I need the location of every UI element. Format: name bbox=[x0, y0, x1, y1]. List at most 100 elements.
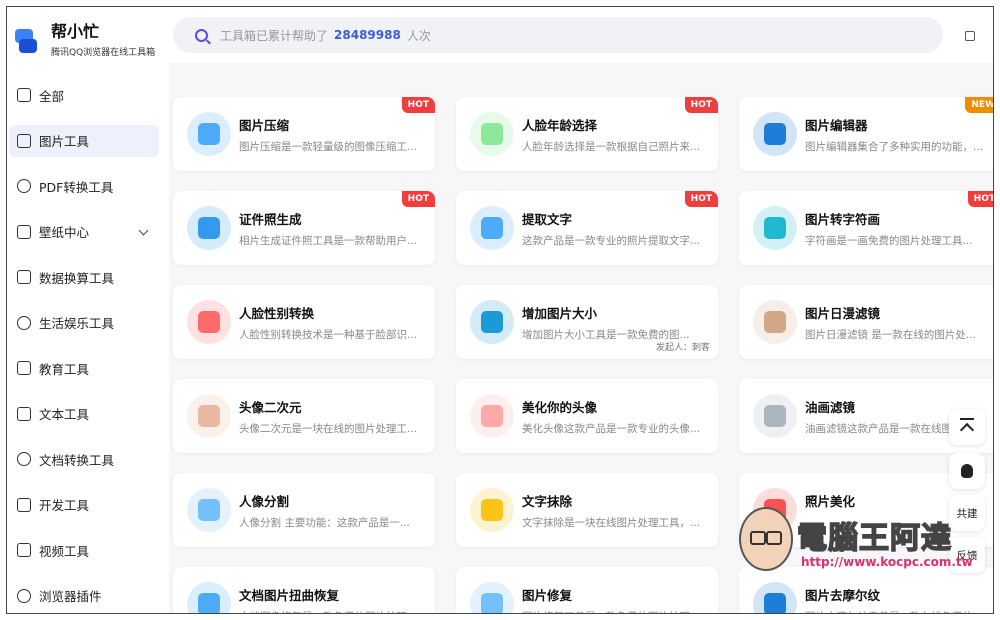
life-icon bbox=[17, 315, 31, 330]
chart-icon bbox=[17, 270, 31, 284]
card-title: 图片转字符画 bbox=[805, 212, 881, 227]
anime-filter-icon bbox=[753, 300, 797, 344]
card-description: 头像二次元是一块在线的图片处理工... bbox=[239, 423, 418, 435]
sidebar-item-7[interactable]: 文本工具 bbox=[9, 398, 159, 430]
sidebar-item-label: 文本工具 bbox=[39, 407, 90, 422]
watermark-mascot-icon bbox=[739, 507, 793, 571]
sidebar-item-3[interactable]: 壁纸中心 bbox=[9, 216, 159, 248]
card-glyph bbox=[481, 311, 503, 333]
resize-icon bbox=[470, 300, 514, 344]
card-description: 文字抹除是一块在线图片处理工具，... bbox=[522, 517, 701, 529]
qq-button[interactable] bbox=[949, 453, 985, 489]
share-button[interactable] bbox=[959, 25, 981, 47]
tool-card[interactable]: 证件照生成 相片生成证件照工具是一款帮助用户... HOT bbox=[173, 191, 435, 265]
brand-title: 帮小忙 bbox=[51, 22, 100, 41]
share-icon bbox=[965, 31, 975, 41]
card-description: 字符画是一画免费的图片处理工具... bbox=[805, 235, 973, 247]
sidebar-item-8[interactable]: 文档转换工具 bbox=[9, 443, 159, 475]
card-badge: HOT bbox=[401, 97, 435, 113]
image-compress-icon bbox=[187, 112, 231, 156]
watermark: 電腦王阿達 http://www.kocpc.com.tw bbox=[739, 501, 985, 581]
search-bar[interactable]: 工具箱已累计帮助了 28489988 人次 bbox=[173, 17, 943, 53]
document-restore-icon bbox=[187, 582, 231, 613]
card-glyph bbox=[764, 405, 786, 427]
portrait-segment-icon bbox=[187, 488, 231, 532]
card-title: 人像分割 bbox=[239, 494, 290, 509]
tool-card[interactable]: 图片转字符画字符画是一画免费的图片处理工具... HOT bbox=[739, 191, 993, 265]
sidebar-item-9[interactable]: 开发工具 bbox=[9, 489, 159, 521]
card-glyph bbox=[198, 123, 220, 145]
brand[interactable]: 帮小忙 腾讯QQ浏览器在线工具箱 bbox=[15, 21, 155, 58]
tool-card[interactable]: 头像二次元头像二次元是一块在线的图片处理工... bbox=[173, 379, 435, 453]
face-age-icon bbox=[470, 112, 514, 156]
video-icon bbox=[17, 543, 31, 557]
ascii-art-icon bbox=[753, 206, 797, 250]
plugin-icon bbox=[17, 588, 31, 603]
card-description: 图片去摩尔纹产品是一款在线免费的 bbox=[805, 609, 985, 613]
card-description: 图片编辑器集合了多种实用的功能，... bbox=[805, 141, 984, 153]
sidebar-item-11[interactable]: 浏览器插件 bbox=[9, 580, 159, 612]
tool-card[interactable]: 人像分割人像分割 主要功能：这款产品是一... bbox=[173, 473, 435, 547]
sidebar-item-label: 生活娱乐工具 bbox=[39, 316, 115, 331]
card-badge: HOT bbox=[684, 191, 718, 207]
chevron-down-icon[interactable] bbox=[138, 225, 149, 235]
card-description: 美化头像这款产品是一款专业的头像... bbox=[522, 423, 701, 435]
watermark-title: 電腦王阿達 bbox=[796, 520, 952, 557]
card-title: 提取文字 bbox=[522, 212, 573, 227]
tool-card[interactable]: 增加图片大小 增加图片大小工具是一款免费的图... 发起人：刺客 bbox=[456, 285, 718, 359]
tool-card[interactable]: 美化你的头像 美化头像这款产品是一款专业的头像... bbox=[456, 379, 718, 453]
card-badge: NEW bbox=[965, 97, 993, 113]
sidebar-item-label: 开发工具 bbox=[39, 498, 90, 513]
card-title: 文档图片扭曲恢复 bbox=[239, 588, 340, 603]
tool-card[interactable]: 文档图片扭曲恢复文档图像修复是一款免费的图片处理 bbox=[173, 567, 435, 613]
card-glyph bbox=[481, 499, 503, 521]
sidebar-item-2[interactable]: PDF转换工具 bbox=[9, 170, 159, 202]
sidebar-item-6[interactable]: 教育工具 bbox=[9, 352, 159, 384]
top-bar-icon bbox=[960, 418, 974, 420]
sidebar-item-label: 图片工具 bbox=[39, 134, 90, 149]
tool-card[interactable]: 图片修复图片修复工具是一款免费的图片处理 bbox=[456, 567, 718, 613]
sidebar-item-label: 文档转换工具 bbox=[39, 452, 115, 468]
sidebar-item-label: PDF转换工具 bbox=[39, 179, 114, 195]
search-prefix: 工具箱已累计帮助了 bbox=[220, 28, 329, 43]
logo-icon bbox=[15, 29, 39, 55]
card-title: 文字抹除 bbox=[522, 494, 573, 509]
grid-icon bbox=[17, 88, 31, 102]
brand-subtitle: 腾讯QQ浏览器在线工具箱 bbox=[51, 48, 156, 58]
tool-card[interactable]: 图片日漫滤镜 图片日漫滤镜 是一款在线的图片处... bbox=[739, 285, 993, 359]
sidebar-item-label: 浏览器插件 bbox=[39, 589, 102, 604]
card-title: 图片去摩尔纹 bbox=[805, 588, 881, 603]
card-title: 头像二次元 bbox=[239, 400, 302, 415]
tool-card[interactable]: 提取文字 这款产品是一款专业的照片提取文字... HOT bbox=[456, 191, 718, 265]
card-description: 人像分割 主要功能：这款产品是一... bbox=[239, 517, 410, 529]
back-to-top-button[interactable] bbox=[949, 409, 985, 445]
wallpaper-icon bbox=[17, 224, 31, 239]
sidebar-item-label: 数据换算工具 bbox=[39, 270, 115, 286]
app-window: 帮小忙 腾讯QQ浏览器在线工具箱 全部图片工具 PDF转换工具壁纸中心数据换算工具… bbox=[6, 6, 994, 614]
card-glyph bbox=[764, 123, 786, 145]
card-description: 人脸年龄选择是一款根据自己照片来... bbox=[522, 141, 701, 153]
sidebar-item-10[interactable]: 视频工具 bbox=[9, 534, 159, 566]
card-title: 图片压缩 bbox=[239, 118, 290, 133]
tool-card[interactable]: 人脸性别转换 人脸性别转换技术是一种基于脸部识... bbox=[173, 285, 435, 359]
tool-card[interactable]: 图片编辑器 图片编辑器集合了多种实用的功能，... NEW bbox=[739, 97, 993, 171]
card-title: 增加图片大小 bbox=[522, 306, 598, 321]
card-badge: HOT bbox=[967, 191, 993, 207]
document-icon bbox=[17, 452, 31, 466]
oil-paint-icon bbox=[753, 394, 797, 438]
tool-card[interactable]: 文字抹除文字抹除是一块在线图片处理工具，... bbox=[456, 473, 718, 547]
sidebar-item-label: 视频工具 bbox=[39, 543, 90, 559]
sidebar-item-5[interactable]: 生活娱乐工具 bbox=[9, 307, 159, 339]
sidebar-item-4[interactable]: 数据换算工具 bbox=[9, 261, 159, 293]
card-description: 图片日漫滤镜 是一款在线的图片处... bbox=[805, 329, 976, 341]
sidebar-item-label: 全部 bbox=[39, 88, 65, 104]
text-icon bbox=[17, 406, 31, 421]
sidebar-item-0[interactable]: 全部 bbox=[9, 79, 159, 111]
sidebar: 帮小忙 腾讯QQ浏览器在线工具箱 全部图片工具 PDF转换工具壁纸中心数据换算工具… bbox=[7, 7, 169, 613]
tool-card[interactable]: 图片压缩 图片压缩是一款轻量级的图像压缩工... HOT bbox=[173, 97, 435, 171]
tool-card[interactable]: 人脸年龄选择 人脸年龄选择是一款根据自己照片来... HOT bbox=[456, 97, 718, 171]
card-glyph bbox=[198, 405, 220, 427]
image-icon bbox=[17, 133, 31, 148]
card-title: 证件照生成 bbox=[239, 212, 302, 227]
sidebar-item-1[interactable]: 图片工具 bbox=[9, 124, 159, 157]
